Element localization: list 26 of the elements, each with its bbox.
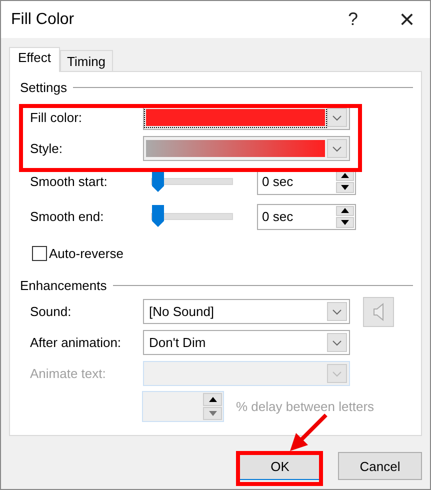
tab[interactable]: Timing: [60, 50, 113, 71]
field-label: Fill color:: [30, 110, 84, 125]
checkbox-label: Auto-reverse: [49, 246, 124, 260]
dialog-button[interactable]: Cancel: [338, 452, 422, 480]
field-label: Style:: [30, 141, 64, 156]
field-label: Smooth start:: [30, 174, 108, 189]
group-heading: Enhancements: [20, 278, 107, 292]
window-title: Fill Color: [10, 10, 76, 28]
field-label: Sound:: [30, 304, 72, 319]
field-label: Animate text:: [30, 366, 107, 381]
field-label: After animation:: [30, 335, 122, 350]
slider-thumb[interactable]: [152, 170, 164, 192]
field-label: Smooth end:: [30, 209, 105, 224]
delay-spin-field[interactable]: [142, 390, 224, 422]
spin-field[interactable]: 0 sec: [257, 204, 356, 230]
style-dropdown[interactable]: [143, 136, 350, 161]
tab[interactable]: Effect: [9, 47, 60, 72]
sound-dropdown[interactable]: [No Sound]: [143, 299, 350, 324]
close-button[interactable]: ×: [384, 1, 430, 38]
group-heading: Settings: [20, 80, 67, 94]
speaker-icon: [372, 302, 384, 320]
checkbox[interactable]: [32, 246, 47, 260]
after-animation-dropdown[interactable]: Don't Dim: [143, 330, 350, 355]
slider-thumb[interactable]: [152, 205, 164, 227]
help-button[interactable]: ?: [330, 1, 376, 38]
delay-label: % delay between letters: [236, 398, 374, 414]
